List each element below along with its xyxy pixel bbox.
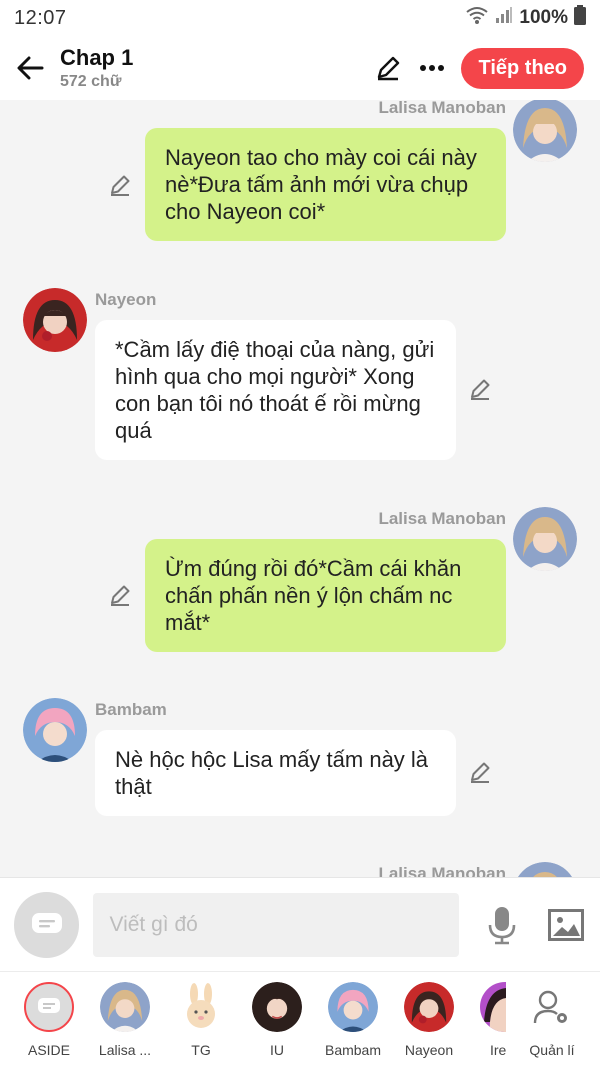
avatar	[480, 982, 506, 1032]
message-type-button[interactable]	[14, 891, 80, 958]
status-time: 12:07	[14, 6, 67, 29]
avatar	[404, 982, 454, 1032]
avatar-lisa[interactable]	[513, 507, 577, 571]
arrow-left-icon	[17, 56, 44, 80]
signal-icon	[495, 6, 513, 30]
character-label: IU	[270, 1042, 284, 1058]
character-lisa[interactable]: Lalisa ...	[90, 982, 160, 1058]
status-bar: 12:07 100%	[0, 0, 600, 36]
edit-message-button[interactable]	[108, 583, 134, 609]
pencil-icon	[111, 175, 130, 196]
message-input-bar	[0, 877, 600, 971]
character-bambam[interactable]: Bambam	[318, 982, 388, 1058]
manager-icon	[527, 982, 577, 1032]
character-iu[interactable]: IU	[242, 982, 312, 1058]
avatar	[328, 982, 378, 1032]
sender-name: Lalisa Manoban	[378, 100, 506, 117]
sender-name: Lalisa Manoban	[378, 509, 506, 528]
sender-name: Nayeon	[95, 290, 157, 309]
chapter-header: Chap 1 572 chữ Tiếp theo	[0, 36, 600, 100]
pencil-icon	[471, 762, 490, 783]
message-bubble[interactable]: Nayeon tao cho mày coi cái này nè*Đưa tấ…	[145, 128, 506, 241]
character-manager[interactable]: Quản lí	[517, 982, 587, 1058]
image-button[interactable]	[546, 905, 586, 945]
avatar	[100, 982, 150, 1032]
battery-level: 100%	[519, 7, 568, 28]
character-label: Lalisa ...	[98, 1042, 152, 1058]
character-bar: ASIDE Lalisa ... TG IU Bambam Nayeon Ire…	[0, 971, 600, 1067]
chat-area[interactable]: Lalisa Manoban Nayeon tao cho mày coi cá…	[0, 100, 600, 877]
character-label: TG	[191, 1042, 211, 1058]
character-label: ASIDE	[27, 1042, 70, 1058]
character-label: Nayeon	[404, 1042, 454, 1058]
message-bubble[interactable]: *Cầm lấy điệ thoại của nàng, gửi hình qu…	[95, 320, 456, 460]
sender-name: Lalisa Manoban	[378, 864, 506, 877]
wifi-icon	[465, 5, 489, 31]
word-count: 572 chữ	[60, 73, 122, 90]
sender-name: Bambam	[95, 700, 167, 719]
more-dots-icon	[420, 65, 445, 71]
voice-button[interactable]	[485, 905, 521, 945]
pencil-icon	[471, 379, 490, 400]
edit-message-button[interactable]	[108, 173, 134, 199]
more-options-button[interactable]	[417, 53, 447, 83]
avatar-lisa[interactable]	[513, 862, 577, 877]
character-label: Quản lí	[529, 1042, 575, 1058]
chat-bubble-icon	[31, 912, 62, 933]
avatar-lisa[interactable]	[513, 100, 577, 162]
avatar-bambam[interactable]	[23, 698, 87, 762]
message-input[interactable]	[93, 892, 459, 957]
edit-message-button[interactable]	[468, 377, 494, 403]
chat-bubble-icon	[38, 998, 60, 1013]
pencil-icon	[111, 585, 130, 606]
character-nayeon[interactable]: Nayeon	[394, 982, 464, 1058]
character-label: Ire	[490, 1042, 507, 1058]
status-indicators: 100%	[465, 5, 586, 31]
character-aside[interactable]: ASIDE	[14, 982, 84, 1058]
pencil-icon	[378, 56, 400, 81]
message-bubble[interactable]: Ừm đúng rồi đó*Cầm cái khăn chấn phấn nề…	[145, 539, 506, 652]
character-label: Bambam	[324, 1042, 382, 1058]
header-actions: Tiếp theo	[373, 47, 600, 89]
character-irene[interactable]: Ire	[460, 982, 520, 1058]
back-button[interactable]	[0, 36, 60, 100]
microphone-icon	[489, 906, 516, 944]
title-block: Chap 1 572 chữ	[60, 45, 133, 91]
character-tg[interactable]: TG	[166, 982, 236, 1058]
edit-message-button[interactable]	[468, 760, 494, 786]
edit-chapter-button[interactable]	[373, 53, 403, 83]
avatar	[252, 982, 302, 1032]
rabbit-avatar	[176, 982, 226, 1032]
page-title: Chap 1	[60, 45, 134, 70]
image-icon	[548, 908, 585, 941]
aside-avatar	[24, 982, 74, 1032]
next-chapter-button[interactable]: Tiếp theo	[461, 47, 584, 89]
avatar-nayeon[interactable]	[23, 288, 87, 352]
battery-icon	[574, 5, 586, 31]
message-bubble[interactable]: Nè hộc hộc Lisa mấy tấm này là thật	[95, 730, 456, 816]
